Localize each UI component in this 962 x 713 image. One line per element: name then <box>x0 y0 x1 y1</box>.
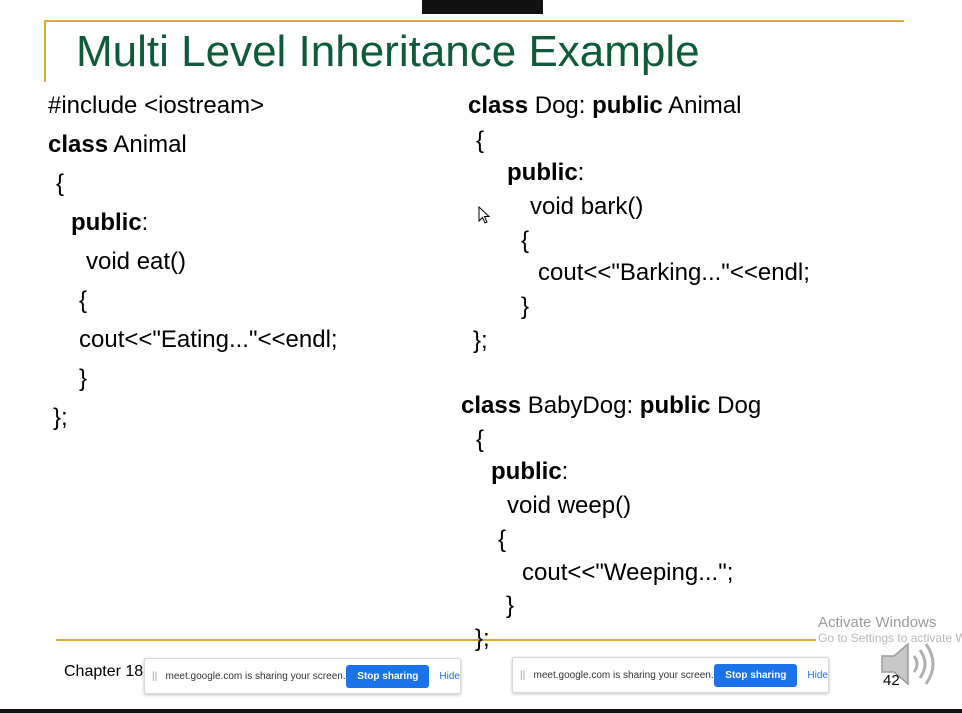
bottom-border <box>0 709 962 713</box>
title-top-rule <box>44 20 904 22</box>
code-line: { <box>476 126 484 156</box>
drag-handle-icon[interactable]: || <box>520 670 530 681</box>
code-text: } <box>79 365 88 392</box>
code-text: Dog <box>710 392 762 419</box>
code-line: { <box>56 169 64 199</box>
screen-share-bar: || meet.google.com is sharing your scree… <box>144 658 461 694</box>
code-line: } <box>79 364 87 394</box>
code-text: BabyDog: <box>521 392 640 419</box>
code-text: : <box>577 159 585 186</box>
code-text: { <box>498 526 507 553</box>
code-line: public: <box>507 158 584 188</box>
code-line: { <box>79 286 87 316</box>
code-text: cout<<"Weeping..."; <box>522 559 734 586</box>
hide-link[interactable]: Hide <box>807 670 828 681</box>
hide-link[interactable]: Hide <box>439 671 460 682</box>
code-line: }; <box>53 403 68 433</box>
code-text: }; <box>475 625 490 652</box>
code-text: void bark() <box>530 193 644 220</box>
code-text: void weep() <box>507 492 632 519</box>
code-line: { <box>476 425 484 455</box>
code-keyword: public <box>592 92 663 119</box>
screen-share-bar: || meet.google.com is sharing your scree… <box>512 657 829 693</box>
code-line: public: <box>71 208 148 238</box>
code-text: { <box>79 287 88 314</box>
title-left-rule <box>44 20 46 82</box>
code-text: Animal <box>662 92 742 119</box>
code-line: { <box>521 226 529 256</box>
stop-sharing-button[interactable]: Stop sharing <box>346 664 430 688</box>
code-text: : <box>561 458 569 485</box>
code-text: } <box>506 592 515 619</box>
code-text: { <box>521 227 530 254</box>
code-line: }; <box>475 624 490 654</box>
code-text: #include <iostream> <box>48 92 265 119</box>
code-text: { <box>56 170 65 197</box>
code-text: : <box>141 209 149 236</box>
share-message: meet.google.com is sharing your screen. <box>165 670 346 682</box>
mouse-cursor-icon <box>478 206 490 224</box>
code-line: } <box>521 292 529 322</box>
code-keyword: public <box>71 209 142 236</box>
slide-title: Multi Level Inheritance Example <box>76 27 700 76</box>
code-text: Animal <box>108 131 187 158</box>
chapter-label: Chapter 18 <box>64 663 144 680</box>
code-line: class Dog: public Animal <box>468 91 741 121</box>
code-keyword: public <box>639 392 711 419</box>
code-keyword: class <box>468 92 529 119</box>
code-line: void eat() <box>86 247 186 277</box>
code-line: class Animal <box>48 130 187 160</box>
share-message: meet.google.com is sharing your screen. <box>533 669 714 681</box>
watermark-title: Activate Windows <box>818 614 937 631</box>
code-text: Dog: <box>528 92 593 119</box>
code-text: }; <box>53 404 68 431</box>
page-number: 42 <box>883 672 900 689</box>
code-line: }; <box>473 326 488 356</box>
drag-handle-icon[interactable]: || <box>152 671 162 682</box>
code-line: void bark() <box>530 192 643 222</box>
code-line: #include <iostream> <box>48 91 264 121</box>
code-line: cout<<"Weeping..."; <box>522 558 733 588</box>
footer-rule <box>56 639 816 641</box>
code-text: { <box>476 426 485 453</box>
stop-sharing-button[interactable]: Stop sharing <box>714 663 798 687</box>
top-black-bar <box>422 0 543 14</box>
code-keyword: public <box>507 159 578 186</box>
code-text: } <box>521 293 530 320</box>
code-line: public: <box>491 457 568 487</box>
code-keyword: class <box>461 392 522 419</box>
code-line: { <box>498 525 506 555</box>
code-text: { <box>476 127 485 154</box>
code-text: cout<<"Eating..."<<endl; <box>79 326 338 353</box>
code-line: cout<<"Eating..."<<endl; <box>79 325 338 355</box>
code-text: }; <box>473 327 488 354</box>
code-line: cout<<"Barking..."<<endl; <box>538 258 810 288</box>
code-line: void weep() <box>507 491 631 521</box>
code-text: void eat() <box>86 248 187 275</box>
code-text: cout<<"Barking..."<<endl; <box>538 259 810 286</box>
code-line: } <box>506 591 514 621</box>
code-keyword: public <box>491 458 562 485</box>
code-line: class BabyDog: public Dog <box>461 391 761 421</box>
code-keyword: class <box>48 131 109 158</box>
